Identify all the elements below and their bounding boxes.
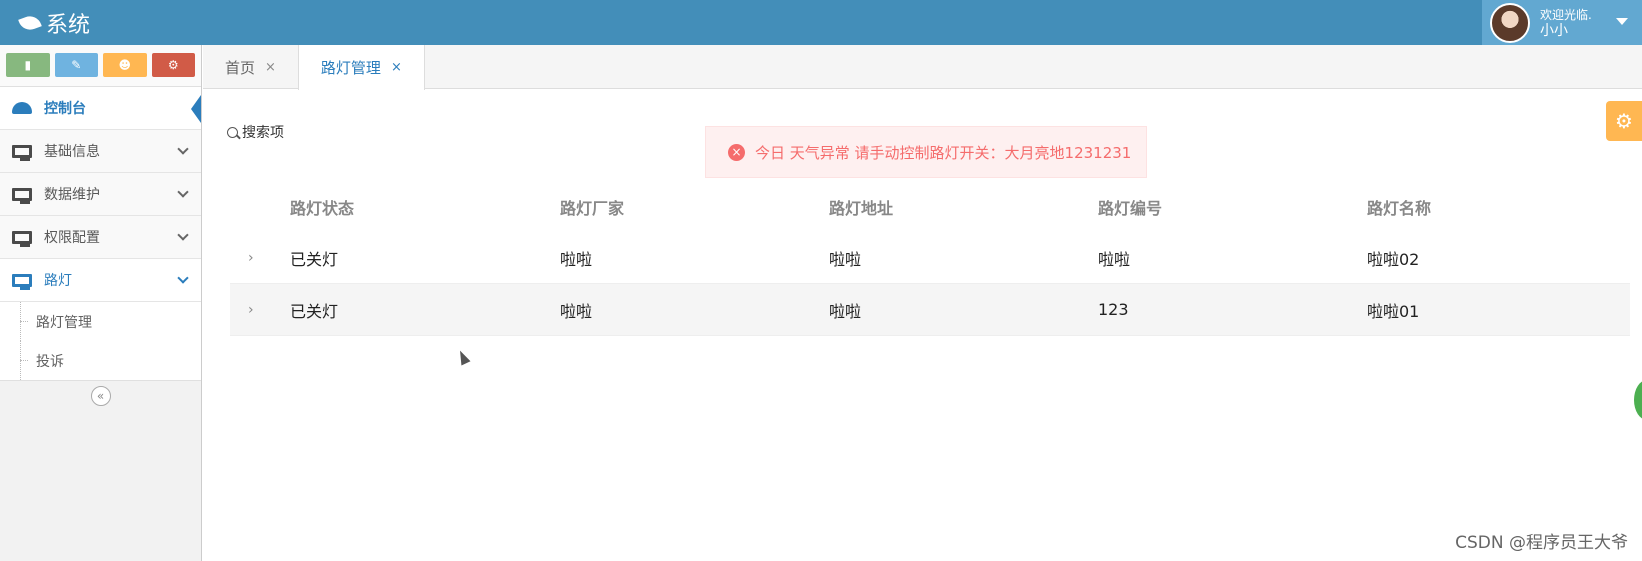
submenu-item-complaints[interactable]: 投诉 [0, 341, 201, 380]
sidebar: ▮ ✎ ☻ ⚙ 控制台 基础信息 数据维护 权限配置 路灯 路灯管理 投诉 « [0, 45, 202, 561]
table-cell: 啦啦 [560, 249, 593, 269]
user-name: 小小 [1540, 22, 1568, 39]
cogs-icon: ⚙ [167, 58, 179, 72]
dashboard-icon [12, 102, 32, 114]
mouse-cursor-icon [455, 348, 471, 366]
search-icon [227, 126, 238, 138]
tab-label: 路灯管理 [320, 59, 381, 77]
app-title: 系统 [46, 13, 91, 38]
streetlight-submenu: 路灯管理 投诉 [0, 302, 201, 380]
chevron-down-icon [177, 143, 189, 155]
avatar [1490, 2, 1530, 43]
search-label: 搜索项 [242, 125, 284, 141]
caret-down-icon[interactable] [1616, 18, 1628, 25]
users-shortcut-button[interactable]: ☻ [103, 53, 147, 77]
tab-label: 首页 [225, 58, 256, 77]
sidebar-item-label: 权限配置 [44, 230, 100, 246]
expand-chevron-icon[interactable]: › [230, 302, 290, 318]
table-cell: 啦啦01 [1367, 301, 1420, 321]
table-cell: 123 [1098, 300, 1129, 319]
floating-widget-button[interactable] [1634, 380, 1642, 420]
pencil-icon: ✎ [71, 58, 82, 72]
table-cell: 啦啦02 [1367, 249, 1420, 269]
signal-shortcut-button[interactable]: ▮ [6, 53, 50, 77]
gear-icon: ⚙ [1615, 109, 1633, 133]
chevron-down-icon [177, 272, 189, 284]
welcome-text: 欢迎光临. [1540, 7, 1592, 22]
error-alert: × 今日 天气异常 请手动控制路灯开关：大月亮地1231231 [705, 126, 1147, 178]
search-toggle[interactable]: 搜索项 [227, 122, 284, 142]
table-cell: 啦啦 [829, 249, 862, 269]
top-navbar: 系统 欢迎光临. 小小 [0, 0, 1642, 45]
cogs-shortcut-button[interactable]: ⚙ [151, 53, 195, 77]
sidebar-item-streetlight[interactable]: 路灯 [0, 259, 201, 302]
tab-bar: 首页 × 路灯管理 × [203, 45, 1642, 90]
watermark: CSDN @程序员王大爷 [1455, 533, 1628, 553]
streetlight-table: 路灯状态 路灯厂家 路灯地址 路灯编号 路灯名称 › 已关灯 啦啦 啦啦 啦啦 … [230, 182, 1630, 336]
user-text: 欢迎光临. 小小 [1540, 7, 1592, 39]
users-icon: ☻ [118, 58, 131, 72]
table-cell: 已关灯 [290, 249, 339, 269]
table-row[interactable]: › 已关灯 啦啦 啦啦 啦啦 啦啦02 [230, 232, 1630, 284]
shortcut-bar: ▮ ✎ ☻ ⚙ [0, 45, 201, 87]
column-header[interactable]: 路灯地址 [829, 195, 1098, 219]
sidebar-item-data-maintenance[interactable]: 数据维护 [0, 173, 201, 216]
table-cell: 啦啦 [560, 301, 593, 321]
sidebar-item-basic-info[interactable]: 基础信息 [0, 130, 201, 173]
collapse-icon[interactable]: « [90, 385, 111, 406]
chevron-down-icon [177, 229, 189, 241]
sidebar-item-label: 基础信息 [44, 144, 100, 160]
submenu-item-label: 投诉 [36, 353, 64, 370]
table-cell: 已关灯 [290, 301, 339, 321]
table-cell: 啦啦 [829, 301, 862, 321]
user-menu[interactable]: 欢迎光临. 小小 [1482, 0, 1642, 45]
tab-home[interactable]: 首页 × [203, 45, 298, 89]
column-header[interactable]: 路灯厂家 [560, 195, 829, 219]
table-header: 路灯状态 路灯厂家 路灯地址 路灯编号 路灯名称 [230, 182, 1630, 232]
submenu-item-label: 路灯管理 [36, 314, 92, 331]
sidebar-item-label: 控制台 [44, 101, 86, 117]
brand[interactable]: 系统 [18, 7, 91, 39]
sidebar-item-permissions[interactable]: 权限配置 [0, 216, 201, 259]
column-header[interactable]: 路灯状态 [290, 195, 560, 219]
pencil-shortcut-button[interactable]: ✎ [54, 53, 98, 77]
column-header[interactable]: 路灯编号 [1098, 195, 1367, 219]
sidebar-collapse-bar: « [0, 380, 201, 410]
desktop-icon [12, 230, 32, 247]
signal-icon: ▮ [24, 58, 32, 72]
settings-toggle-button[interactable]: ⚙ [1606, 101, 1642, 141]
desktop-icon [12, 273, 32, 290]
tab-streetlight-management[interactable]: 路灯管理 × [297, 45, 425, 90]
submenu-item-streetlight-management[interactable]: 路灯管理 [0, 302, 201, 341]
leaf-icon [18, 13, 42, 33]
close-icon[interactable]: × [391, 60, 402, 75]
sidebar-item-label: 数据维护 [44, 187, 100, 203]
column-header[interactable]: 路灯名称 [1367, 195, 1630, 219]
table-cell: 啦啦 [1098, 249, 1131, 269]
chevron-down-icon [177, 186, 189, 198]
close-icon[interactable]: × [265, 60, 276, 75]
sidebar-item-label: 路灯 [44, 273, 72, 289]
sidebar-item-dashboard[interactable]: 控制台 [0, 87, 201, 130]
error-circle-icon: × [728, 143, 745, 161]
desktop-icon [12, 187, 32, 204]
alert-message: 今日 天气异常 请手动控制路灯开关：大月亮地1231231 [755, 143, 1132, 162]
desktop-icon [12, 144, 32, 161]
expand-chevron-icon[interactable]: › [230, 250, 290, 266]
table-row[interactable]: › 已关灯 啦啦 啦啦 123 啦啦01 [230, 284, 1630, 336]
